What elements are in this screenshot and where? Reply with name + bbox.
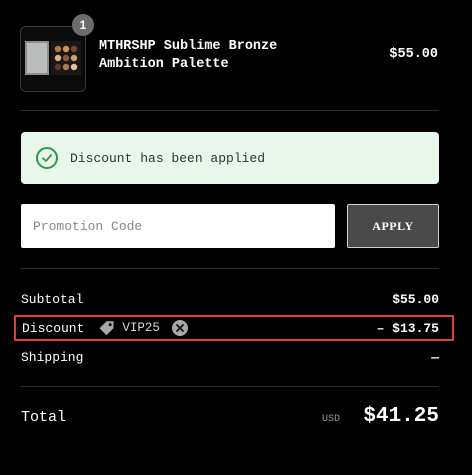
shipping-value: — [431, 349, 439, 365]
promotion-code-input[interactable] [21, 204, 335, 248]
subtotal-value: $55.00 [392, 291, 439, 307]
palette-image [21, 27, 85, 91]
remove-discount-icon[interactable] [171, 320, 188, 336]
shipping-row: Shipping — [21, 347, 439, 367]
discount-code: VIP25 [122, 321, 160, 335]
discount-row: Discount VIP25 – $13.75 [14, 315, 454, 341]
divider [20, 268, 439, 269]
check-circle-icon [36, 147, 58, 169]
cart-line-item: 1 MTHRSHP Sublime Bronze Ambition Palett… [20, 14, 440, 92]
subtotal-label: Subtotal [21, 291, 84, 307]
discount-label: Discount [22, 320, 85, 336]
total-value: $41.25 [363, 405, 439, 428]
divider [20, 386, 439, 387]
apply-button[interactable]: APPLY [347, 204, 439, 248]
product-name: MTHRSHP Sublime Bronze Ambition Palette [99, 39, 278, 72]
subtotal-row: Subtotal $55.00 [21, 289, 439, 309]
shipping-label: Shipping [21, 349, 84, 365]
total-label: Total [21, 409, 67, 426]
discount-applied-notice: Discount has been applied [21, 132, 439, 184]
quantity-badge: 1 [72, 14, 94, 36]
discount-value: – $13.75 [376, 320, 439, 336]
currency-code: USD [322, 414, 341, 425]
notice-text: Discount has been applied [70, 150, 266, 166]
product-thumbnail [20, 26, 86, 92]
tag-icon [98, 320, 116, 336]
divider [20, 110, 439, 111]
product-price: $55.00 [389, 47, 438, 62]
